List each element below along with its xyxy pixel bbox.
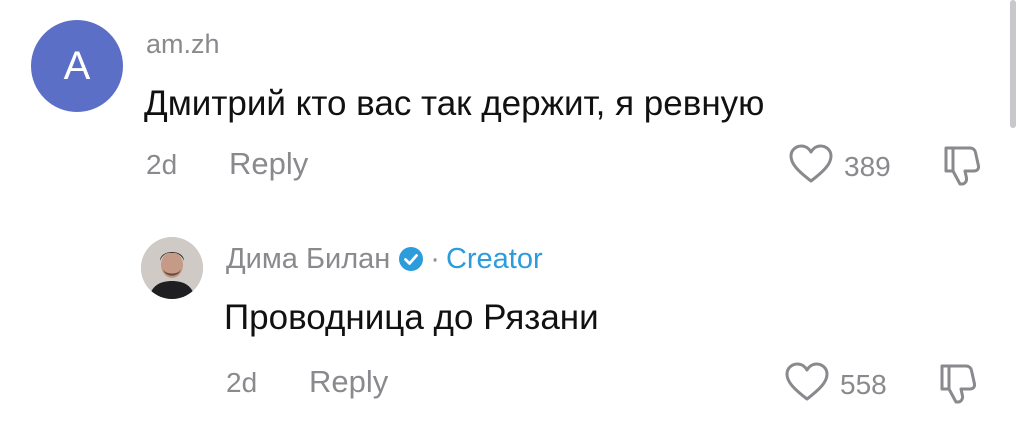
avatar[interactable]: A xyxy=(31,20,123,112)
verified-check-icon xyxy=(398,246,424,272)
reply-username[interactable]: Дима Билан xyxy=(226,241,390,277)
creator-badge: Creator xyxy=(445,243,543,275)
reply-time: 2d xyxy=(226,367,258,398)
reply-like-count: 558 xyxy=(840,368,887,400)
avatar-photo-icon xyxy=(141,237,203,299)
comment-text: Дмитрий кто вас так держит, я ревную xyxy=(144,84,765,123)
reply-text: Проводница до Рязани xyxy=(224,298,599,337)
reply-dislike-button[interactable] xyxy=(936,360,982,409)
scrollbar[interactable] xyxy=(1010,0,1016,128)
reply-reply-button[interactable]: Reply xyxy=(309,363,388,401)
reply-button[interactable]: Reply xyxy=(229,145,308,183)
heart-outline-icon xyxy=(784,362,830,407)
reply-author-row: Дима Билан · Creator xyxy=(226,241,543,277)
dislike-button[interactable] xyxy=(940,142,986,191)
like-button[interactable]: 389 xyxy=(788,144,891,189)
comment-username[interactable]: am.zh xyxy=(146,27,220,61)
avatar-letter: A xyxy=(63,43,91,88)
reply-avatar[interactable] xyxy=(141,237,203,299)
thumbs-down-icon xyxy=(940,146,986,190)
heart-outline-icon xyxy=(788,144,834,189)
reply-like-button[interactable]: 558 xyxy=(784,362,887,407)
separator: · xyxy=(430,243,440,275)
thumbs-down-icon xyxy=(936,364,982,408)
like-count: 389 xyxy=(844,150,891,182)
comments-view: A am.zh Дмитрий кто вас так держит, я ре… xyxy=(0,0,1024,430)
comment-time: 2d xyxy=(146,149,178,180)
